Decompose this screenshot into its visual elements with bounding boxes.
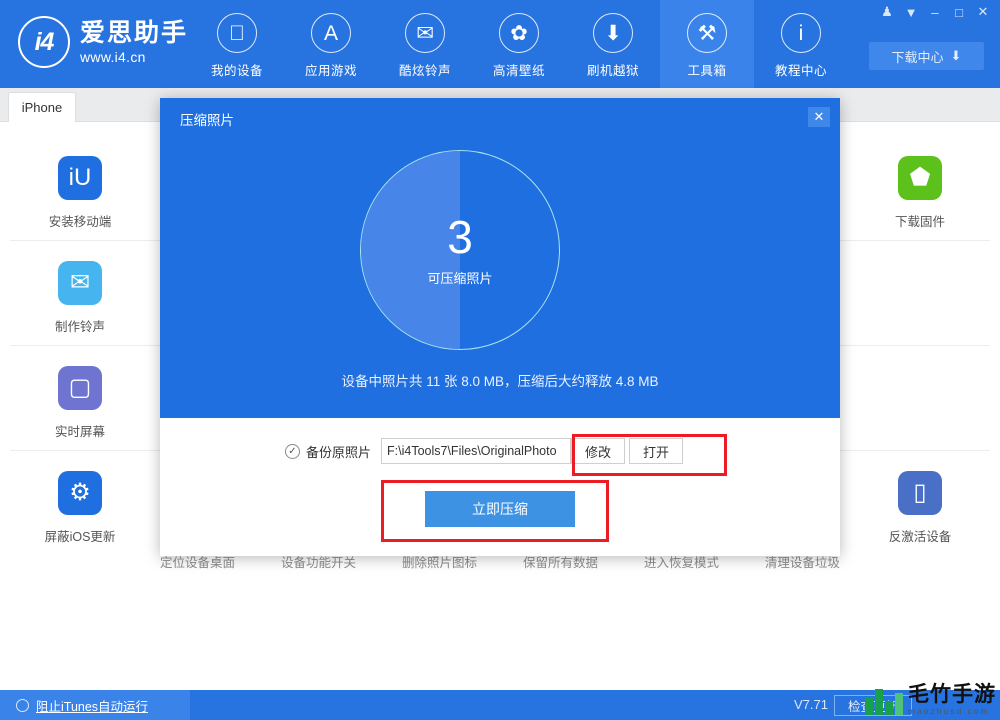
photos-summary-text: 设备中照片共 11 张 8.0 MB，压缩后大约释放 4.8 MB — [341, 374, 659, 389]
nav-item-label: 教程中心 — [774, 64, 827, 78]
toolbox-item-empty — [850, 241, 990, 346]
box-open-icon: ⬇ — [593, 13, 633, 53]
chevron-down-icon[interactable]: ▼ — [900, 2, 922, 22]
backup-original-label: 备份原照片 — [306, 444, 372, 460]
download-center-button[interactable]: 下载中心 ⬇ — [869, 42, 984, 70]
apple-icon:  — [217, 13, 257, 53]
nav-item-2[interactable]: A 应用游戏 — [284, 0, 378, 88]
version-label: V7.71 — [794, 697, 828, 712]
radio-icon — [16, 698, 29, 712]
toolbox-item[interactable]: iU 安装移动端 — [10, 136, 150, 241]
toolbox-item[interactable]: ▢ 实时屏幕 — [10, 346, 150, 451]
toolbox-item[interactable]: ▯ 反激活设备 — [850, 451, 990, 556]
block-itunes-label: 阻止iTunes自动运行 — [36, 699, 149, 714]
firmware-box-icon: ⬟ — [898, 156, 942, 200]
logo-url: www.i4.cn — [80, 48, 146, 65]
download-icon: ⬇ — [950, 48, 962, 63]
nav-item-1[interactable]:  我的设备 — [190, 0, 284, 88]
close-icon[interactable]: ✕ — [808, 107, 830, 127]
tab-iphone[interactable]: iPhone — [8, 92, 76, 122]
close-icon[interactable]: ✕ — [972, 2, 994, 22]
toolbox-item-label: 反激活设备 — [888, 530, 952, 544]
logo-title: 爱思助手 — [80, 18, 189, 47]
nav-item-label: 酷炫铃声 — [398, 64, 451, 78]
nav-item-label: 高清壁纸 — [492, 64, 545, 78]
bamboo-logo-icon — [865, 685, 903, 715]
ring-text: 3 可压缩照片 — [361, 151, 559, 349]
watermark-url: maozhusd.com — [908, 706, 990, 717]
toolbox-icon: ⚒ — [687, 13, 727, 53]
i4-app-icon: iU — [58, 156, 102, 200]
appstore-icon: A — [311, 13, 351, 53]
watermark: 毛竹手游 maozhusd.com — [865, 682, 996, 718]
compressible-photos-ring: 3 可压缩照片 — [360, 150, 560, 350]
compressible-caption: 可压缩照片 — [427, 270, 493, 286]
compress-now-button[interactable]: 立即压缩 — [425, 491, 575, 527]
block-update-icon: ⚙ — [58, 471, 102, 515]
deactivate-device-icon: ▯ — [898, 471, 942, 515]
nav-item-3[interactable]: ✉ 酷炫铃声 — [378, 0, 472, 88]
toolbox-item-label: 制作铃声 — [54, 320, 105, 334]
nav-item-label: 应用游戏 — [304, 64, 357, 78]
nav-item-6[interactable]: ⚒ 工具箱 — [660, 0, 754, 88]
maximize-icon[interactable]: □ — [948, 2, 970, 22]
download-center-label: 下载中心 — [891, 49, 944, 65]
logo-mark-icon: i4 — [18, 16, 70, 68]
toolbox-item-empty — [850, 346, 990, 451]
nav-item-4[interactable]: ✿ 高清壁纸 — [472, 0, 566, 88]
nav-item-5[interactable]: ⬇ 刷机越狱 — [566, 0, 660, 88]
window-controls: ♟ ▼ – □ ✕ — [876, 2, 994, 22]
block-itunes-toggle[interactable]: 阻止iTunes自动运行 — [0, 690, 190, 720]
backup-original-checkbox[interactable]: ✓ — [285, 443, 300, 459]
toolbox-item[interactable]: ⚙ 屏蔽iOS更新 — [10, 451, 150, 556]
toolbox-item-label: 下载固件 — [894, 215, 945, 229]
info-icon: i — [781, 13, 821, 53]
nav-item-label: 工具箱 — [687, 64, 727, 78]
toolbox-item[interactable]: ✉ 制作铃声 — [10, 241, 150, 346]
dialog-hero: 压缩照片 ✕ 3 可压缩照片 设备中照片共 11 张 8.0 MB，压缩后大约释… — [160, 98, 840, 418]
app-logo[interactable]: i4 爱思助手 www.i4.cn — [18, 16, 188, 68]
toolbox-item[interactable]: ⬟ 下载固件 — [850, 136, 990, 241]
status-bar: 阻止iTunes自动运行 V7.71 检查更新 — [0, 690, 1000, 720]
toolbox-item-label: 安装移动端 — [48, 215, 112, 229]
skin-icon[interactable]: ♟ — [876, 2, 898, 22]
compressible-count: 3 — [447, 210, 473, 263]
highlight-box-path-buttons — [572, 434, 727, 476]
toolbox-item-label: 屏蔽iOS更新 — [44, 530, 116, 544]
flower-icon: ✿ — [499, 13, 539, 53]
watermark-text: 毛竹手游 maozhusd.com — [908, 684, 996, 716]
app-header: i4 爱思助手 www.i4.cn  我的设备 A 应用游戏 ✉ 酷炫铃声 ✿ 高清壁纸 ⬇ 刷… — [0, 0, 1000, 88]
ringtone-bell-icon: ✉ — [58, 261, 102, 305]
logo-text: 爱思助手 www.i4.cn — [80, 18, 189, 65]
bell-icon: ✉ — [405, 13, 445, 53]
minimize-icon[interactable]: – — [924, 2, 946, 22]
watermark-title: 毛竹手游 — [908, 683, 996, 707]
toolbox-item-label: 实时屏幕 — [54, 425, 105, 439]
dialog-title: 压缩照片 — [180, 113, 234, 128]
nav-item-label: 我的设备 — [210, 64, 263, 78]
backup-path-input[interactable]: F:\i4Tools7\Files\OriginalPhoto — [381, 438, 572, 464]
nav-item-7[interactable]: i 教程中心 — [754, 0, 848, 88]
nav-item-label: 刷机越狱 — [586, 64, 639, 78]
screen-mirror-icon: ▢ — [58, 366, 102, 410]
